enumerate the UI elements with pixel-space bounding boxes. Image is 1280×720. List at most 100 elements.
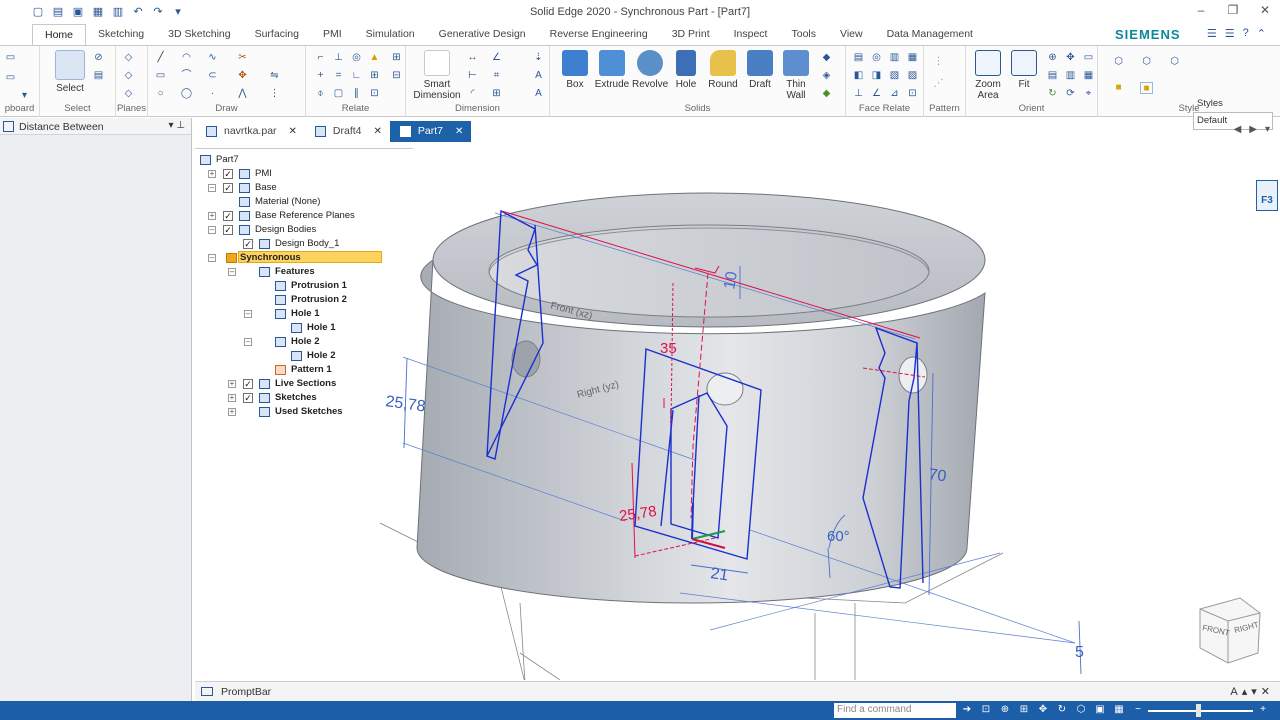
shaded-icon[interactable]: ■	[1112, 82, 1125, 94]
face-sym-icon[interactable]: ◨	[870, 70, 883, 82]
expand-icon[interactable]: +	[228, 394, 236, 402]
rotate-status-icon[interactable]: ↻	[1055, 703, 1069, 717]
tree-item-protrusion-2[interactable]: Protrusion 2	[196, 293, 416, 307]
spin-icon[interactable]: ⟳	[1064, 88, 1077, 100]
face-rigid-icon[interactable]: ▨	[906, 70, 919, 82]
sheet-icon[interactable]: ▭	[1082, 52, 1095, 64]
checkbox-checked-icon[interactable]: ✓	[243, 393, 253, 403]
symmetric-dim-icon[interactable]: ⌗	[490, 70, 503, 82]
tree-item-used-sketches[interactable]: + Used Sketches	[196, 405, 416, 419]
look-at-icon[interactable]: ⌖	[1082, 88, 1095, 100]
tree-item-hole-2-group[interactable]: – Hole 2	[196, 335, 416, 349]
face-angle-icon[interactable]: ∠	[870, 88, 883, 100]
layout-icon[interactable]: ☰	[1207, 27, 1217, 40]
checkbox-checked-icon[interactable]: ✓	[223, 169, 233, 179]
expand-icon[interactable]: +	[228, 408, 236, 416]
text-dim-icon[interactable]: A	[532, 70, 545, 82]
zoom-area-button[interactable]: Zoom Area	[970, 50, 1006, 101]
face-concentric-icon[interactable]: ◎	[870, 52, 883, 64]
paste-icon[interactable]: ▭	[4, 52, 17, 64]
tree-item-pmi[interactable]: + ✓ PMI	[196, 167, 416, 181]
parallel-icon[interactable]: ∥	[350, 88, 363, 100]
expand-icon[interactable]: +	[228, 380, 236, 388]
zoom-area-status-icon[interactable]: ⊡	[979, 703, 993, 717]
tree-item-design-bodies[interactable]: – ✓ Design Bodies	[196, 223, 416, 237]
collapse-ribbon-icon[interactable]: ⌃	[1257, 27, 1266, 40]
tab-generative-design[interactable]: Generative Design	[427, 24, 538, 45]
view-icon[interactable]: ▤	[1046, 70, 1059, 82]
tab-simulation[interactable]: Simulation	[354, 24, 427, 45]
box-button[interactable]: Box	[558, 50, 592, 90]
collapse-icon[interactable]: –	[208, 254, 216, 262]
angle-dim-icon[interactable]: ∠	[490, 52, 503, 64]
close-tab-icon[interactable]: ✕	[455, 126, 463, 137]
style-status-icon[interactable]: ▦	[1112, 703, 1126, 717]
layout2-icon[interactable]: ☰	[1225, 27, 1235, 40]
circle-icon[interactable]: ○	[154, 88, 167, 100]
tree-item-sketches[interactable]: + ✓ Sketches	[196, 391, 416, 405]
tab-data-management[interactable]: Data Management	[875, 24, 985, 45]
arc-icon[interactable]: ◠	[180, 52, 193, 64]
select-filter-icon[interactable]: ⊘	[92, 52, 105, 64]
pan-icon[interactable]: ✥	[1064, 52, 1077, 64]
zoom-icon[interactable]: ⊕	[1046, 52, 1059, 64]
tab-list-icon[interactable]: ▾	[1265, 124, 1270, 135]
face-coplanar-icon[interactable]: ▤	[852, 52, 865, 64]
smart-dimension-button[interactable]: Smart Dimension	[412, 50, 462, 101]
restore-icon[interactable]: ❐	[1226, 3, 1240, 17]
lock-icon[interactable]: ▲	[368, 52, 381, 64]
perpendicular-icon[interactable]: ∟	[350, 70, 363, 82]
annotation-icon[interactable]: A	[532, 88, 545, 100]
fit-status-icon[interactable]: ⊞	[1017, 703, 1031, 717]
tree-item-material[interactable]: Material (None)	[196, 195, 416, 209]
zoom-status-icon[interactable]: ⊕	[998, 703, 1012, 717]
expand-icon[interactable]: +	[208, 212, 216, 220]
tree-item-live-sections[interactable]: + ✓ Live Sections	[196, 377, 416, 391]
iso-view2-icon[interactable]: ⬡	[1140, 56, 1153, 68]
iso-view-icon[interactable]: ⬡	[1112, 56, 1125, 68]
checkbox-checked-icon[interactable]: ✓	[243, 379, 253, 389]
collapse-icon[interactable]: –	[244, 310, 252, 318]
close-tab-icon[interactable]: ✕	[289, 126, 297, 137]
face-parallel-icon[interactable]: ▥	[888, 52, 901, 64]
revolve-button[interactable]: Revolve	[632, 50, 668, 90]
plane-icon[interactable]: ◇	[122, 52, 135, 64]
distance-icon[interactable]: ↔	[466, 52, 479, 64]
body-ops-icon[interactable]: ◈	[820, 70, 833, 82]
face-tangent-icon[interactable]: ◧	[852, 70, 865, 82]
doc-tab-part7[interactable]: Part7 ✕	[389, 121, 472, 142]
pattern-circ-icon[interactable]: ⋰	[932, 78, 945, 90]
pan-status-icon[interactable]: ✥	[1036, 703, 1050, 717]
add-body-icon[interactable]: ◆	[820, 52, 833, 64]
face-equal-icon[interactable]: ⊿	[888, 88, 901, 100]
offset-icon[interactable]: ⊂	[206, 70, 219, 82]
rigid-icon[interactable]: ▢	[332, 88, 345, 100]
go-arrow-icon[interactable]: ➔	[960, 703, 974, 717]
draft-button[interactable]: Draft	[744, 50, 776, 90]
checkbox-checked-icon[interactable]: ✓	[223, 211, 233, 221]
close-icon[interactable]: ✕	[1258, 3, 1272, 17]
checkbox-checked-icon[interactable]: ✓	[243, 239, 253, 249]
tree-item-hole-1-group[interactable]: – Hole 1	[196, 307, 416, 321]
tree-item-design-body-1[interactable]: ✓ Design Body_1	[196, 237, 416, 251]
fillet-icon[interactable]: ⌒	[180, 70, 193, 82]
face-perp-icon[interactable]: ▦	[906, 52, 919, 64]
rectangle-icon[interactable]: ▭	[154, 70, 167, 82]
select-button[interactable]: Select	[52, 50, 88, 94]
radius-dim-icon[interactable]: ◜	[466, 88, 479, 100]
tab-prev-icon[interactable]: ◀	[1234, 124, 1242, 135]
tree-item-protrusion-1[interactable]: Protrusion 1	[196, 279, 416, 293]
relate-hv-icon[interactable]: ⊟	[390, 70, 403, 82]
pin-icon[interactable]: ▾ ⊥	[168, 120, 185, 131]
promptbar-controls[interactable]: A▴▾✕	[1230, 685, 1274, 698]
connect-icon[interactable]: ⌐	[314, 52, 327, 64]
tree-item-base[interactable]: – ✓ Base	[196, 181, 416, 195]
tab-3d-sketching[interactable]: 3D Sketching	[156, 24, 242, 45]
tree-item-hole-2[interactable]: Hole 2	[196, 349, 416, 363]
tree-item-hole-1[interactable]: Hole 1	[196, 321, 416, 335]
line-icon[interactable]: ╱	[154, 52, 167, 64]
curve-icon[interactable]: ∿	[206, 52, 219, 64]
plane3-icon[interactable]: ◇	[122, 88, 135, 100]
thin-wall-button[interactable]: Thin Wall	[780, 50, 812, 101]
fix-icon[interactable]: ⊡	[368, 88, 381, 100]
